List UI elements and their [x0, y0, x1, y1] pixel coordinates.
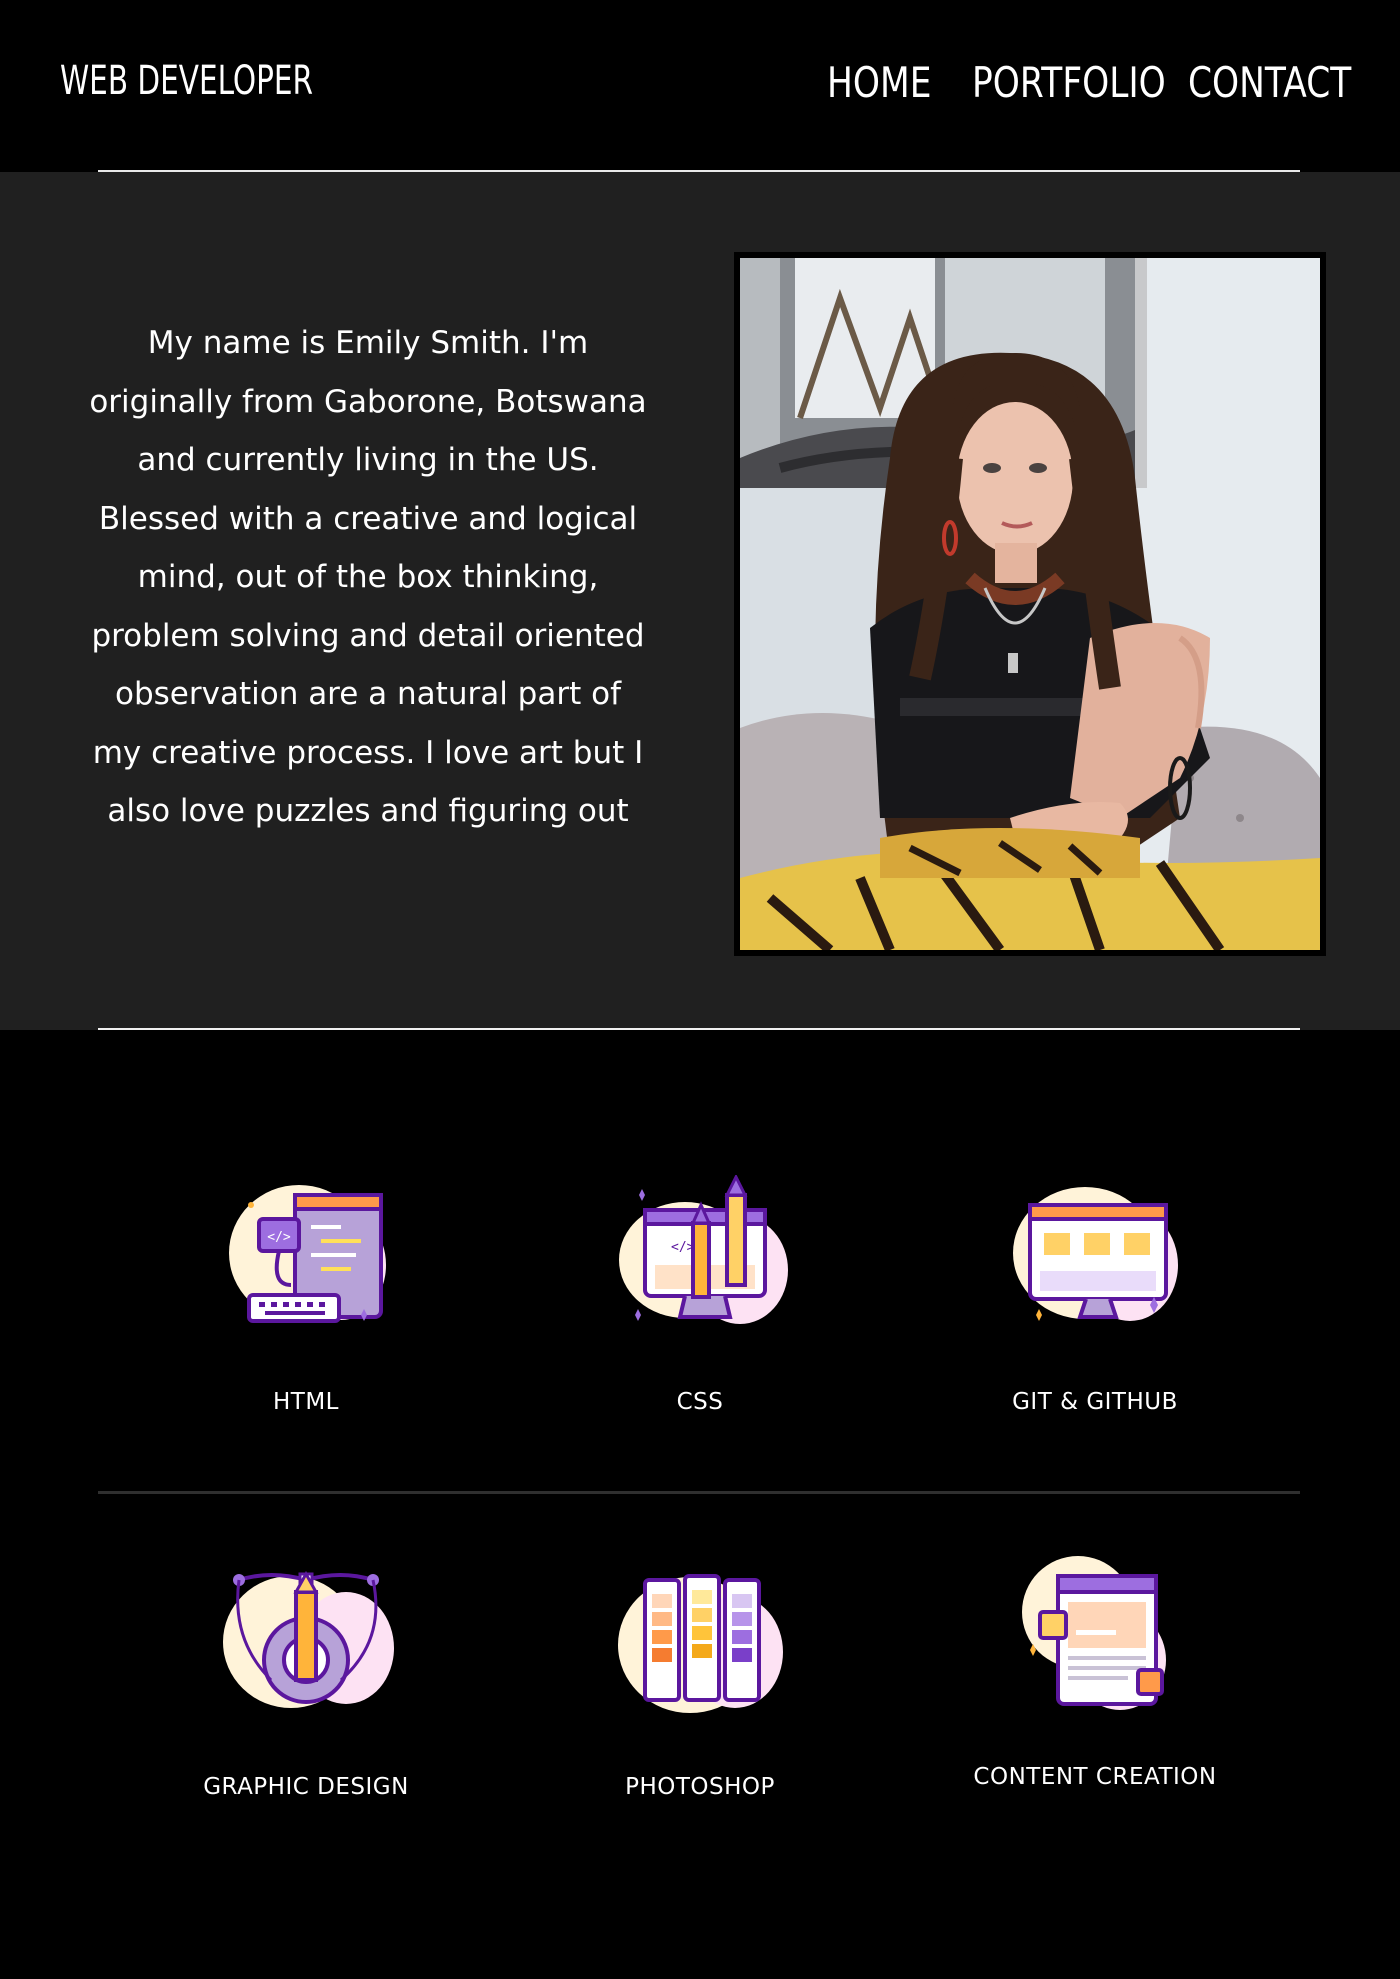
css-design-icon: </> [605, 1173, 795, 1335]
git-github-icon [1000, 1175, 1190, 1335]
skill-label-content-creation: CONTENT CREATION [973, 1764, 1217, 1790]
skill-label-graphic-design: GRAPHIC DESIGN [203, 1774, 409, 1800]
skill-html: </> HTML [156, 1175, 456, 1415]
skill-label-css: CSS [676, 1389, 724, 1415]
skill-photoshop: PHOTOSHOP [550, 1560, 850, 1800]
profile-photo-frame [734, 252, 1326, 956]
nav-home[interactable]: HOME [827, 58, 931, 107]
html-code-icon: </> [211, 1175, 401, 1335]
svg-text:</>: </> [267, 1230, 291, 1245]
about-section: My name is Emily Smith. I'm originally f… [0, 172, 1400, 1031]
skill-label-html: HTML [272, 1389, 339, 1415]
skill-content-creation: CONTENT CREATION [945, 1550, 1245, 1790]
site-header: WEB DEVELOPER HOME PORTFOLIO CONTACT [0, 0, 1400, 173]
graphic-design-icon [211, 1560, 401, 1720]
site-brand[interactable]: WEB DEVELOPER [60, 58, 313, 104]
skills-divider [98, 1491, 1300, 1494]
profile-photo [740, 258, 1320, 950]
skill-label-git-github: GIT & GITHUB [1012, 1389, 1178, 1415]
bio-text: My name is Emily Smith. I'm originally f… [89, 325, 647, 829]
content-creation-icon [1000, 1550, 1190, 1710]
skills-section: </> HTML </> CSS GIT & GITHUB GRAPHIC DE… [0, 1030, 1400, 1979]
nav-contact[interactable]: CONTACT [1188, 58, 1351, 107]
skill-css: </> CSS [550, 1173, 850, 1415]
skill-label-photoshop: PHOTOSHOP [625, 1774, 775, 1800]
portrait-illustration [740, 258, 1320, 950]
photoshop-palette-icon [605, 1560, 795, 1720]
skill-graphic-design: GRAPHIC DESIGN [156, 1560, 456, 1800]
skill-git-github: GIT & GITHUB [945, 1175, 1245, 1415]
nav-portfolio[interactable]: PORTFOLIO [972, 58, 1166, 107]
